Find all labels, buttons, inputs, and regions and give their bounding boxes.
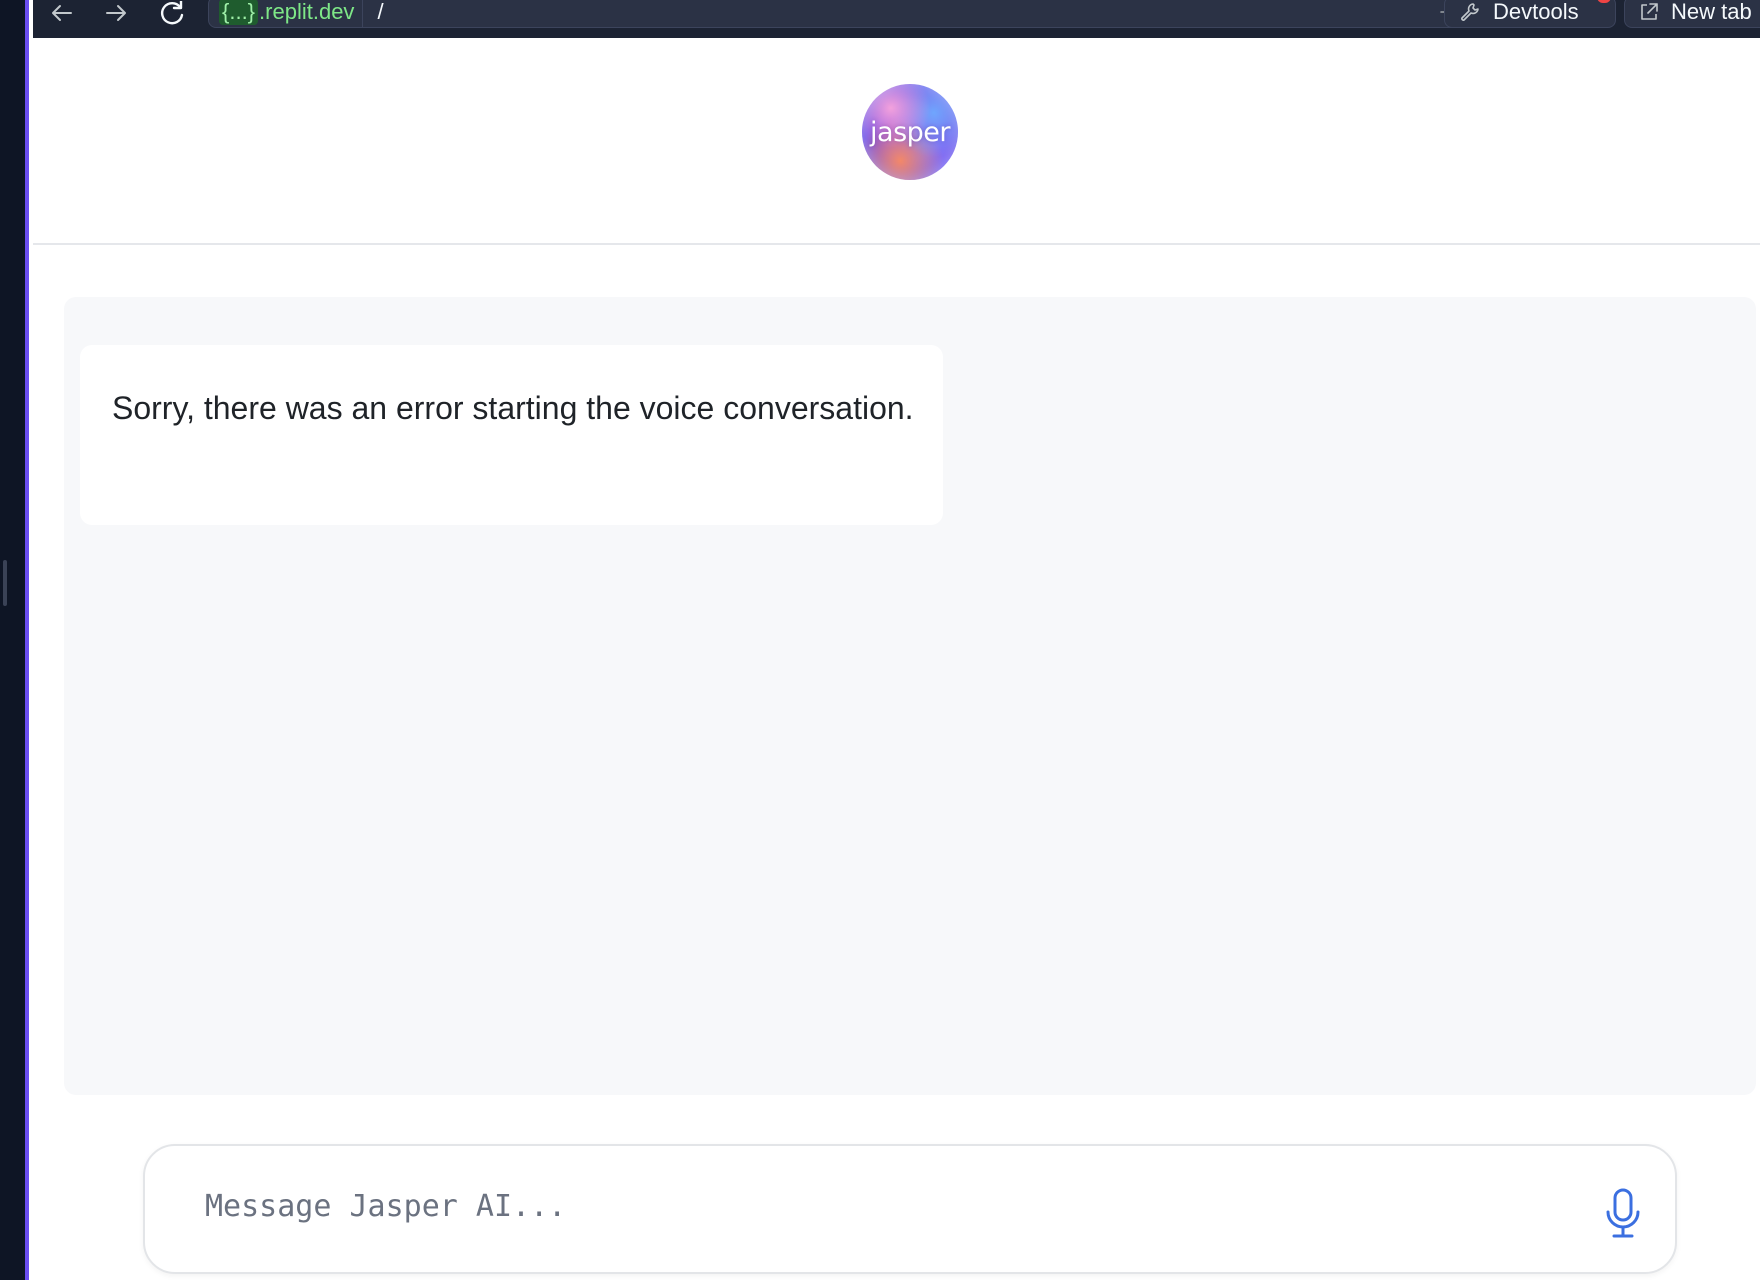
url-host-chip: {...} <box>219 0 259 25</box>
arrow-right-icon <box>106 5 126 21</box>
app-header: jasper <box>33 38 1760 245</box>
devtools-button[interactable]: Devtools <box>1444 0 1616 28</box>
url-bar[interactable]: {...} .replit.dev / <box>208 0 1468 28</box>
chat-panel: Sorry, there was an error starting the v… <box>64 297 1756 1095</box>
reload-icon <box>161 1 184 25</box>
wrench-icon <box>1461 3 1479 21</box>
notification-dot <box>1597 0 1611 3</box>
resize-handle[interactable] <box>3 560 7 606</box>
microphone-icon <box>1606 1188 1640 1238</box>
message-composer <box>143 1144 1677 1274</box>
back-button[interactable] <box>45 0 79 26</box>
logo-text: jasper <box>870 116 950 148</box>
devtools-label: Devtools <box>1493 0 1579 24</box>
url-host-text: .replit.dev <box>259 0 355 24</box>
new-tab-label: New tab <box>1671 0 1752 24</box>
forward-button[interactable] <box>99 0 133 26</box>
reload-button[interactable] <box>155 0 189 26</box>
arrow-left-icon <box>52 5 72 21</box>
left-rail <box>0 0 29 1280</box>
message-input[interactable] <box>205 1176 1545 1236</box>
browser-toolbar: {...} .replit.dev / Devtools New tab <box>33 0 1760 38</box>
message-text: Sorry, there was an error starting the v… <box>112 390 914 426</box>
microphone-button[interactable] <box>1597 1184 1649 1244</box>
jasper-logo: jasper <box>862 84 958 180</box>
new-tab-button[interactable]: New tab <box>1624 0 1760 28</box>
url-path[interactable]: / <box>363 0 1431 25</box>
assistant-message: Sorry, there was an error starting the v… <box>80 345 943 525</box>
url-host: {...} .replit.dev <box>209 0 364 27</box>
external-link-icon <box>1641 3 1658 20</box>
